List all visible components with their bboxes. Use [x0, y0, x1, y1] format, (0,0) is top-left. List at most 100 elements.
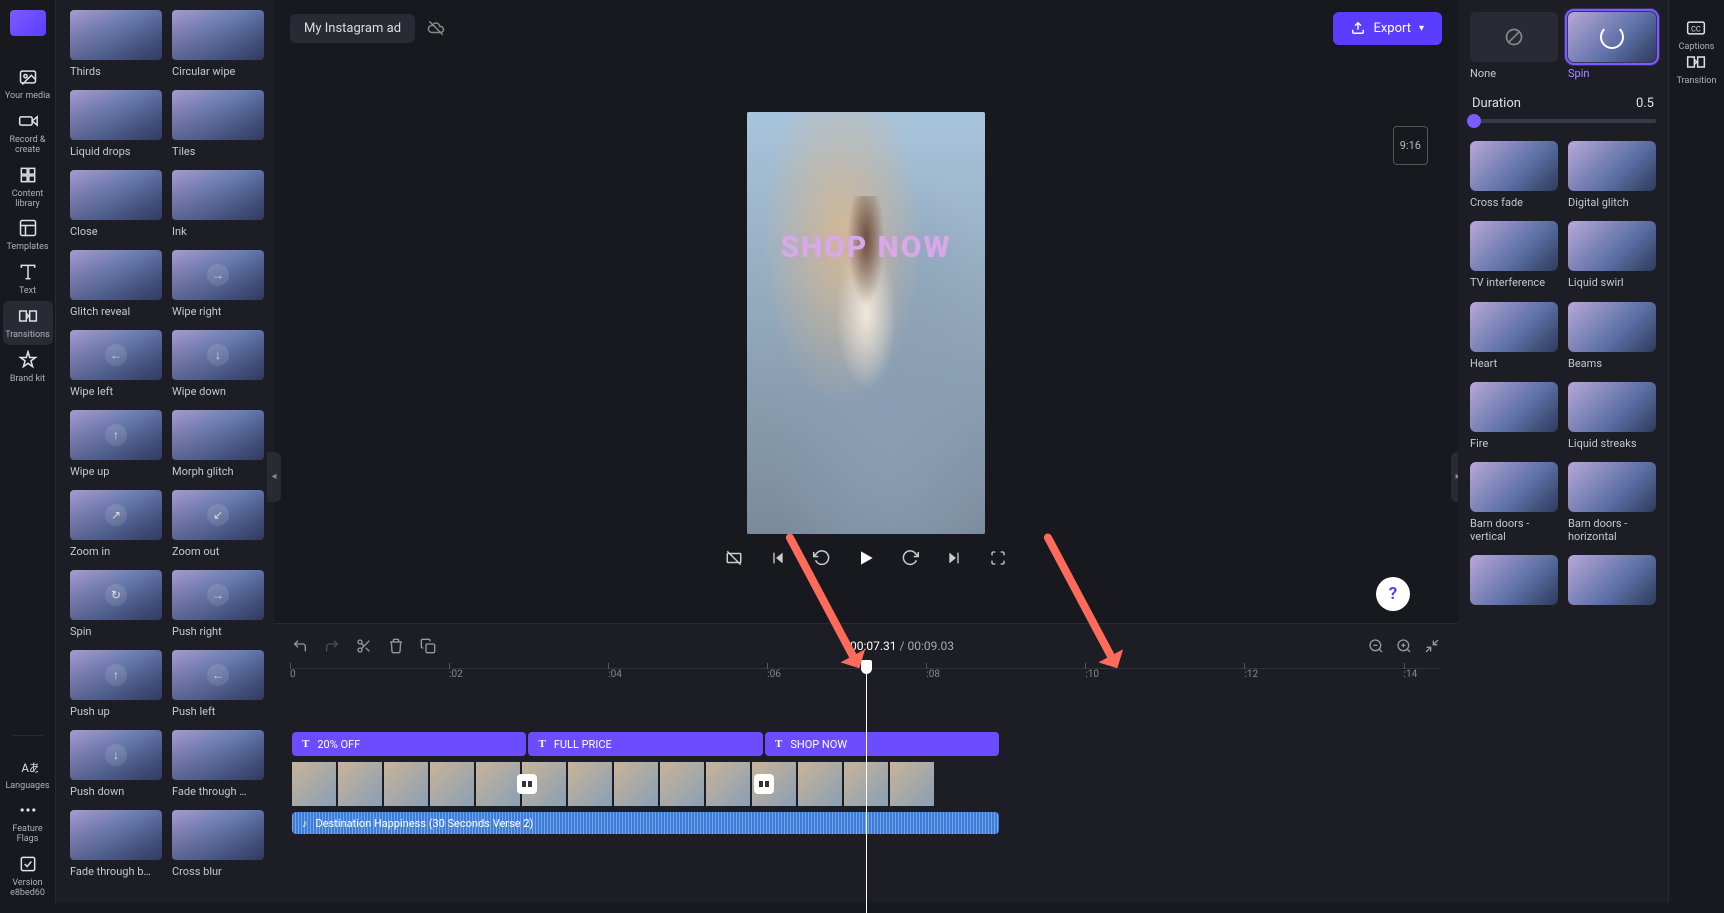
nav-content-library[interactable]: Content library — [3, 160, 53, 214]
transition-option-liquid-swirl[interactable]: Liquid swirl — [1568, 221, 1656, 289]
ruler-tick: :10 — [1085, 669, 1099, 680]
transition-spin[interactable]: ↻ Spin — [70, 570, 162, 638]
text-clip[interactable]: T SHOP NOW — [765, 732, 999, 756]
ruler-tick: :08 — [926, 669, 940, 680]
redo-button[interactable] — [324, 638, 340, 654]
text-clip[interactable]: T FULL PRICE — [528, 732, 762, 756]
zoom-in-button[interactable] — [1396, 638, 1412, 654]
transition-push-right[interactable]: → Push right — [172, 570, 264, 638]
fullscreen-button[interactable] — [988, 548, 1008, 568]
video-frame-thumb — [614, 762, 658, 806]
timeline-tracks[interactable]: T 20% OFF T FULL PRICE T SHOP NOW ♪ Dest… — [292, 690, 1440, 903]
transition-wipe-down[interactable]: ↓ Wipe down — [172, 330, 264, 398]
transition-circular-wipe[interactable]: Circular wipe — [172, 10, 264, 78]
transition-tiles[interactable]: Tiles — [172, 90, 264, 158]
transition-wipe-up[interactable]: ↑ Wipe up — [70, 410, 162, 478]
transition-zoom-in[interactable]: ↗ Zoom in — [70, 490, 162, 558]
safe-zone-toggle[interactable] — [724, 548, 744, 568]
transition-badge[interactable] — [517, 774, 537, 794]
transition-option-blank[interactable] — [1470, 555, 1558, 610]
duration-slider[interactable] — [1470, 119, 1656, 123]
transition-option-digital-glitch[interactable]: Digital glitch — [1568, 141, 1656, 209]
duplicate-button[interactable] — [420, 638, 436, 654]
nav-brand-kit[interactable]: Brand kit — [3, 345, 53, 389]
right-nav-rail: CC Captions Transition — [1668, 0, 1724, 903]
transition-option-heart[interactable]: Heart — [1470, 302, 1558, 370]
transition-push-up[interactable]: ↑ Push up — [70, 650, 162, 718]
project-title[interactable]: My Instagram ad — [290, 14, 415, 43]
split-button[interactable] — [356, 638, 372, 654]
lang-icon: Aあ — [17, 756, 39, 778]
transition-morph-glitch[interactable]: Morph glitch — [172, 410, 264, 478]
transition-option-fire[interactable]: Fire — [1470, 382, 1558, 450]
transition-thirds[interactable]: Thirds — [70, 10, 162, 78]
skip-start-button[interactable] — [768, 548, 788, 568]
video-track[interactable] — [292, 762, 999, 806]
transition-option-none[interactable]: None — [1470, 12, 1558, 80]
video-frame-thumb — [338, 762, 382, 806]
transition-ink[interactable]: Ink — [172, 170, 264, 238]
transition-option-liquid-streaks[interactable]: Liquid streaks — [1568, 382, 1656, 450]
transition-push-left[interactable]: ← Push left — [172, 650, 264, 718]
undo-button[interactable] — [292, 638, 308, 654]
help-button[interactable]: ? — [1376, 577, 1410, 611]
library-icon — [17, 164, 39, 186]
chevron-down-icon: ▾ — [1419, 23, 1424, 34]
right-rail-captions[interactable]: CC Captions — [1677, 18, 1717, 52]
aspect-ratio-selector[interactable]: 9:16 — [1393, 126, 1428, 165]
transition-option-cross-fade[interactable]: Cross fade — [1470, 141, 1558, 209]
nav-feature-flags[interactable]: Feature Flags — [3, 795, 53, 849]
transition-option-barn-doors-horizontal[interactable]: Barn doors - horizontal — [1568, 462, 1656, 543]
transition-cross-blur[interactable]: Cross blur — [172, 810, 264, 878]
video-frame-thumb — [384, 762, 428, 806]
video-frame-thumb — [798, 762, 842, 806]
export-button[interactable]: Export ▾ — [1333, 12, 1442, 45]
nav-version-e-bed-[interactable]: Version e8bed60 — [3, 849, 53, 903]
app-logo[interactable] — [10, 10, 46, 36]
transition-zoom-out[interactable]: ↙ Zoom out — [172, 490, 264, 558]
nav-your-media[interactable]: Your media — [3, 62, 53, 106]
transition-push-down[interactable]: ↓ Push down — [70, 730, 162, 798]
transition-badge[interactable] — [754, 774, 774, 794]
audio-clip[interactable]: ♪ Destination Happiness (30 Seconds Vers… — [292, 812, 999, 834]
video-frame-thumb — [430, 762, 474, 806]
zoom-fit-button[interactable] — [1424, 638, 1440, 654]
version-icon — [17, 853, 39, 875]
transition-option-spin[interactable]: Spin — [1568, 12, 1656, 80]
nav-record-create[interactable]: Record & create — [3, 106, 53, 160]
text-clip[interactable]: T 20% OFF — [292, 732, 526, 756]
skip-end-button[interactable] — [944, 548, 964, 568]
transitions-icon — [17, 305, 39, 327]
nav-languages[interactable]: Aあ Languages — [3, 752, 53, 796]
ruler-tick: :12 — [1244, 669, 1258, 680]
cloud-sync-off-icon[interactable] — [427, 19, 445, 37]
nav-transitions[interactable]: Transitions — [3, 301, 53, 345]
right-rail-transition[interactable]: Transition — [1677, 52, 1717, 86]
transition-glitch-reveal[interactable]: Glitch reveal — [70, 250, 162, 318]
text-icon: T — [775, 738, 782, 750]
zoom-out-button[interactable] — [1368, 638, 1384, 654]
rewind-button[interactable] — [812, 548, 832, 568]
transition-close[interactable]: Close — [70, 170, 162, 238]
transition-wipe-right[interactable]: → Wipe right — [172, 250, 264, 318]
video-frame-thumb — [476, 762, 520, 806]
video-preview[interactable]: SHOP NOW — [747, 112, 985, 534]
transition-fade-through-[interactable]: Fade through … — [172, 730, 264, 798]
transition-wipe-left[interactable]: ← Wipe left — [70, 330, 162, 398]
delete-button[interactable] — [388, 638, 404, 654]
transition-option-barn-doors-vertical[interactable]: Barn doors - vertical — [1470, 462, 1558, 543]
transition-liquid-drops[interactable]: Liquid drops — [70, 90, 162, 158]
transition-option-tv-interference[interactable]: TV interference — [1470, 221, 1558, 289]
text-icon: T — [302, 738, 309, 750]
nav-text[interactable]: Text — [3, 257, 53, 301]
templates-icon — [17, 217, 39, 239]
transition-option-beams[interactable]: Beams — [1568, 302, 1656, 370]
forward-button[interactable] — [900, 548, 920, 568]
play-button[interactable] — [856, 548, 876, 568]
transition-fade-through-b-[interactable]: Fade through b… — [70, 810, 162, 878]
transition-option-blank[interactable] — [1568, 555, 1656, 610]
brand-icon — [17, 349, 39, 371]
nav-templates[interactable]: Templates — [3, 213, 53, 257]
playhead[interactable] — [866, 660, 867, 913]
svg-text:CC: CC — [1691, 24, 1701, 33]
